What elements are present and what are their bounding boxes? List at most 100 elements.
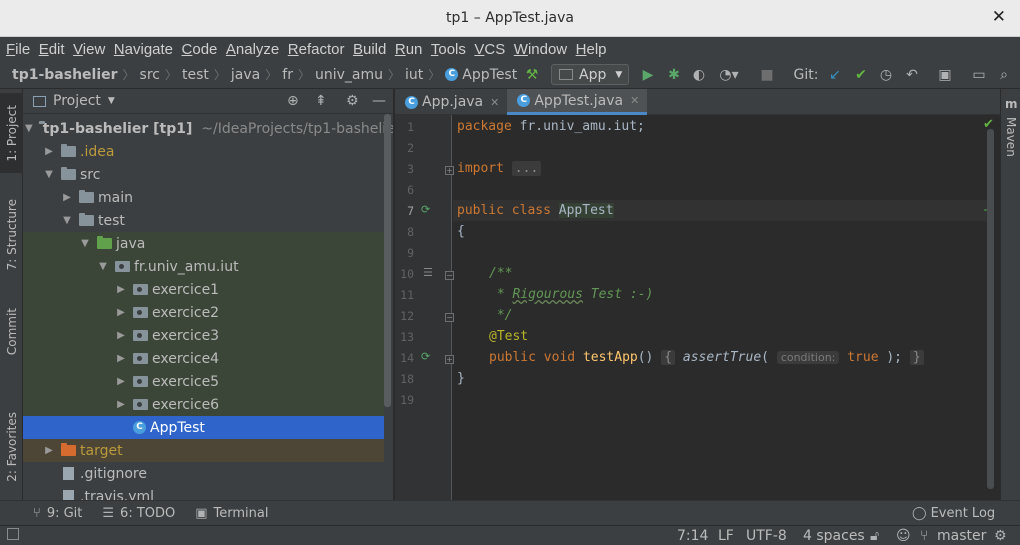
tree-item-exercice1[interactable]: ▶ exercice1 bbox=[23, 278, 384, 301]
breadcrumb-java[interactable]: java bbox=[231, 67, 260, 83]
editor-scrollbar[interactable] bbox=[987, 129, 994, 489]
chevron-down-icon[interactable]: ▼ bbox=[108, 96, 115, 106]
history-icon[interactable]: ◷ bbox=[876, 64, 896, 85]
tab-favorites[interactable]: 2: Favorites bbox=[0, 399, 23, 495]
chevron-down-icon[interactable]: ▼ bbox=[43, 169, 55, 180]
tree-item-main[interactable]: ▶ main bbox=[23, 186, 384, 209]
tree-item-exercice2[interactable]: ▶ exercice2 bbox=[23, 301, 384, 324]
project-panel-title[interactable]: Project bbox=[53, 93, 101, 109]
breadcrumb-fr[interactable]: fr bbox=[282, 67, 293, 83]
chevron-right-icon[interactable]: ▶ bbox=[115, 307, 127, 318]
menu-navigate[interactable]: Navigate bbox=[114, 41, 173, 58]
tab-apptest-java[interactable]: C AppTest.java ✕ bbox=[507, 89, 648, 115]
menu-code[interactable]: Code bbox=[182, 41, 218, 58]
git-update-icon[interactable]: ↙ bbox=[825, 64, 845, 85]
close-icon[interactable]: ✕ bbox=[992, 7, 1006, 27]
tree-item-target[interactable]: ▶ target bbox=[23, 439, 384, 462]
tree-item-exercice6[interactable]: ▶ exercice6 bbox=[23, 393, 384, 416]
chevron-right-icon[interactable]: ▶ bbox=[43, 445, 55, 456]
collapse-all-icon[interactable]: ⇞ bbox=[315, 93, 327, 109]
chevron-right-icon[interactable]: ▶ bbox=[115, 330, 127, 341]
line-separator[interactable]: LF bbox=[718, 528, 734, 544]
menu-help[interactable]: Help bbox=[576, 41, 607, 58]
folded-body-open[interactable]: { bbox=[661, 350, 676, 365]
stop-icon[interactable]: ■ bbox=[758, 64, 776, 85]
run-config-select[interactable]: App ▼ bbox=[551, 64, 629, 85]
tree-item-idea[interactable]: ▶ .idea bbox=[23, 140, 384, 163]
git-commit-icon[interactable]: ✔ bbox=[851, 64, 871, 85]
code-editor[interactable]: package fr.univ_amu.iut; import ... publ… bbox=[453, 115, 1000, 500]
tab-project[interactable]: 1: Project bbox=[0, 93, 23, 173]
menu-tools[interactable]: Tools bbox=[431, 41, 466, 58]
chevron-right-icon[interactable]: ▶ bbox=[61, 192, 73, 203]
caret-position[interactable]: 7:14 bbox=[677, 528, 708, 544]
chevron-down-icon[interactable]: ▼ bbox=[25, 123, 33, 134]
close-icon[interactable]: ✕ bbox=[490, 96, 499, 109]
tree-item-exercice4[interactable]: ▶ exercice4 bbox=[23, 347, 384, 370]
menu-window[interactable]: Window bbox=[514, 41, 567, 58]
file-encoding[interactable]: UTF-8 bbox=[746, 528, 787, 544]
doc-comment-icon[interactable]: ☰ bbox=[423, 266, 433, 279]
tree-item-java[interactable]: ▼ java bbox=[23, 232, 384, 255]
run-icon[interactable]: ▶ bbox=[638, 64, 658, 85]
run-test-icon[interactable]: ⟳ bbox=[421, 203, 430, 216]
tree-item-gitignore[interactable]: .gitignore bbox=[23, 462, 384, 485]
menu-edit[interactable]: Edit bbox=[39, 41, 65, 58]
tab-app-java[interactable]: C App.java ✕ bbox=[395, 89, 507, 115]
maven-icon[interactable]: m bbox=[1005, 97, 1018, 111]
indent-setting[interactable]: 4 spaces bbox=[803, 528, 865, 544]
tree-item-apptest[interactable]: C AppTest bbox=[23, 416, 384, 439]
locate-file-icon[interactable]: ⊕ bbox=[287, 93, 299, 109]
tree-item-package[interactable]: ▼ fr.univ_amu.iut bbox=[23, 255, 384, 278]
build-hammer-icon[interactable]: ⚒ bbox=[521, 64, 543, 85]
menu-analyze[interactable]: Analyze bbox=[226, 41, 279, 58]
search-icon[interactable]: ⌕ bbox=[994, 64, 1014, 85]
menu-refactor[interactable]: Refactor bbox=[288, 41, 345, 58]
menu-file[interactable]: File bbox=[6, 41, 30, 58]
coverage-icon[interactable]: ◐ bbox=[689, 64, 709, 85]
chevron-right-icon[interactable]: ▶ bbox=[115, 284, 127, 295]
chevron-down-icon[interactable]: ▼ bbox=[61, 215, 73, 226]
project-scrollbar[interactable] bbox=[384, 114, 391, 407]
tree-item-travis[interactable]: .travis.yml bbox=[23, 485, 384, 500]
tab-structure[interactable]: 7: Structure bbox=[0, 189, 23, 281]
folded-imports[interactable]: ... bbox=[511, 161, 542, 176]
project-structure-icon[interactable]: ▣ bbox=[935, 64, 955, 85]
unlock-icon[interactable]: 🔓︎ bbox=[870, 528, 879, 544]
run-test-icon[interactable]: ⟳ bbox=[421, 350, 430, 363]
tab-commit[interactable]: Commit bbox=[0, 297, 23, 367]
menu-run[interactable]: Run bbox=[395, 41, 423, 58]
tool-terminal[interactable]: ▣ Terminal bbox=[195, 506, 268, 521]
tree-item-exercice3[interactable]: ▶ exercice3 bbox=[23, 324, 384, 347]
menu-view[interactable]: View bbox=[73, 41, 105, 58]
breadcrumb-iut[interactable]: iut bbox=[405, 67, 423, 83]
breadcrumb-project[interactable]: tp1-bashelier bbox=[0, 67, 118, 83]
tool-git[interactable]: ⑂ 9: Git bbox=[33, 506, 82, 521]
tree-item-test[interactable]: ▼ test bbox=[23, 209, 384, 232]
tree-item-project-root[interactable]: ▼ tp1-bashelier [tp1] ~/IdeaProjects/tp1… bbox=[23, 117, 393, 140]
debug-icon[interactable]: ✱ bbox=[664, 64, 684, 85]
breadcrumb-univ-amu[interactable]: univ_amu bbox=[315, 67, 383, 83]
tool-todo[interactable]: ☰ 6: TODO bbox=[102, 506, 175, 521]
breadcrumb-test[interactable]: test bbox=[182, 67, 209, 83]
folded-body-close[interactable]: } bbox=[909, 350, 924, 365]
menu-build[interactable]: Build bbox=[353, 41, 386, 58]
chevron-right-icon[interactable]: ▶ bbox=[115, 399, 127, 410]
inspector-icon[interactable]: ☺ bbox=[896, 528, 911, 544]
menu-vcs[interactable]: VCS bbox=[474, 41, 505, 58]
tab-maven[interactable]: Maven bbox=[1004, 117, 1018, 157]
chevron-right-icon[interactable]: ▶ bbox=[115, 353, 127, 364]
chevron-down-icon[interactable]: ▼ bbox=[79, 238, 91, 249]
tool-event-log[interactable]: ◯ Event Log bbox=[912, 506, 995, 521]
tree-item-src[interactable]: ▼ src bbox=[23, 163, 384, 186]
gear-icon[interactable]: ⚙ bbox=[994, 528, 1007, 544]
chevron-down-icon[interactable]: ▼ bbox=[97, 261, 109, 272]
show-tool-windows-icon[interactable] bbox=[7, 528, 19, 540]
minimize-icon[interactable]: — bbox=[372, 93, 386, 109]
chevron-right-icon[interactable]: ▶ bbox=[43, 146, 55, 157]
close-icon[interactable]: ✕ bbox=[630, 94, 639, 107]
gear-icon[interactable]: ⚙ bbox=[346, 93, 359, 109]
git-branch-name[interactable]: master bbox=[937, 528, 986, 544]
chevron-right-icon[interactable]: ▶ bbox=[115, 376, 127, 387]
breadcrumb-src[interactable]: src bbox=[140, 67, 160, 83]
